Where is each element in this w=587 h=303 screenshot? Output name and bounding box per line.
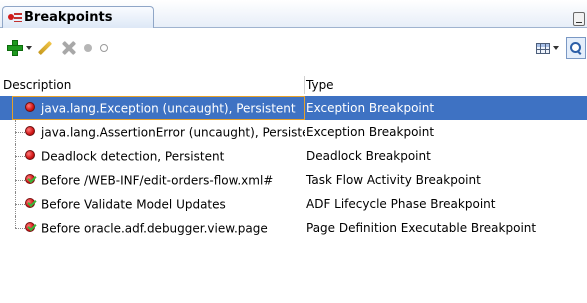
columns-button[interactable] — [533, 37, 561, 59]
verified-breakpoint-icon — [25, 197, 37, 209]
column-divider[interactable] — [304, 76, 305, 94]
table-row[interactable]: java.lang.AssertionError (uncaught), Per… — [0, 120, 587, 144]
verified-breakpoint-icon — [25, 173, 37, 185]
table-row[interactable]: Before oracle.adf.debugger.view.page Pag… — [0, 216, 587, 240]
breakpoint-icon — [25, 126, 36, 137]
enable-breakpoint-button[interactable] — [80, 37, 96, 59]
hollow-circle-icon — [100, 44, 108, 52]
filled-circle-icon — [84, 44, 92, 52]
type-cell: Deadlock Breakpoint — [306, 149, 431, 163]
disable-breakpoint-button[interactable] — [96, 37, 112, 59]
type-cell: Task Flow Activity Breakpoint — [306, 173, 481, 187]
type-cell: Page Definition Executable Breakpoint — [306, 221, 537, 235]
tab-strip: Breakpoints — [0, 0, 587, 28]
table-columns-icon — [535, 42, 550, 54]
chevron-down-icon — [552, 46, 559, 50]
verified-breakpoint-icon — [25, 221, 37, 233]
tab-label: Breakpoints — [24, 10, 113, 25]
description-cell: java.lang.AssertionError (uncaught), Per… — [12, 120, 305, 144]
table-row[interactable]: Deadlock detection, Persistent Deadlock … — [0, 144, 587, 168]
tab-breakpoints[interactable]: Breakpoints — [2, 6, 154, 28]
description-text: Deadlock detection, Persistent — [41, 149, 225, 164]
type-cell: ADF Lifecycle Phase Breakpoint — [306, 197, 496, 211]
type-cell: Exception Breakpoint — [306, 125, 435, 139]
description-text: Before Validate Model Updates — [41, 197, 226, 212]
breakpoints-panel: Breakpoints Description Type java.lang.E… — [0, 0, 587, 303]
delete-breakpoint-button[interactable] — [58, 37, 80, 59]
table-row[interactable]: Before Validate Model Updates ADF Lifecy… — [0, 192, 587, 216]
table-row[interactable]: java.lang.Exception (uncaught), Persiste… — [0, 96, 587, 120]
table-header: Description Type — [0, 74, 587, 96]
description-cell: Before Validate Model Updates — [12, 192, 305, 216]
pencil-icon — [37, 40, 53, 56]
breakpoint-list: java.lang.Exception (uncaught), Persiste… — [0, 96, 587, 240]
column-header-description[interactable]: Description — [3, 78, 71, 92]
edit-breakpoint-button[interactable] — [34, 37, 56, 59]
find-button[interactable] — [566, 37, 586, 59]
plus-icon — [6, 40, 23, 56]
type-cell: Exception Breakpoint — [306, 101, 435, 115]
breakpoint-icon — [25, 102, 36, 113]
description-cell: Before oracle.adf.debugger.view.page — [12, 216, 305, 240]
minimize-button[interactable] — [573, 12, 585, 26]
column-header-type[interactable]: Type — [306, 78, 334, 92]
description-cell: java.lang.Exception (uncaught), Persiste… — [12, 96, 305, 120]
description-cell: Deadlock detection, Persistent — [12, 144, 305, 168]
breakpoint-icon — [25, 150, 36, 161]
description-text: Before oracle.adf.debugger.view.page — [41, 221, 268, 236]
description-text: java.lang.Exception (uncaught), Persiste… — [41, 101, 296, 116]
table-row[interactable]: Before /WEB-INF/edit-orders-flow.xml# Ta… — [0, 168, 587, 192]
x-icon — [61, 40, 77, 56]
add-breakpoint-button[interactable] — [4, 37, 34, 59]
toolbar — [0, 29, 587, 73]
description-text: java.lang.AssertionError (uncaught), Per… — [41, 125, 305, 140]
chevron-down-icon — [25, 46, 32, 50]
magnifier-icon — [570, 42, 582, 54]
breakpoints-icon — [8, 11, 22, 25]
description-text: Before /WEB-INF/edit-orders-flow.xml# — [41, 173, 274, 188]
description-cell: Before /WEB-INF/edit-orders-flow.xml# — [12, 168, 305, 192]
